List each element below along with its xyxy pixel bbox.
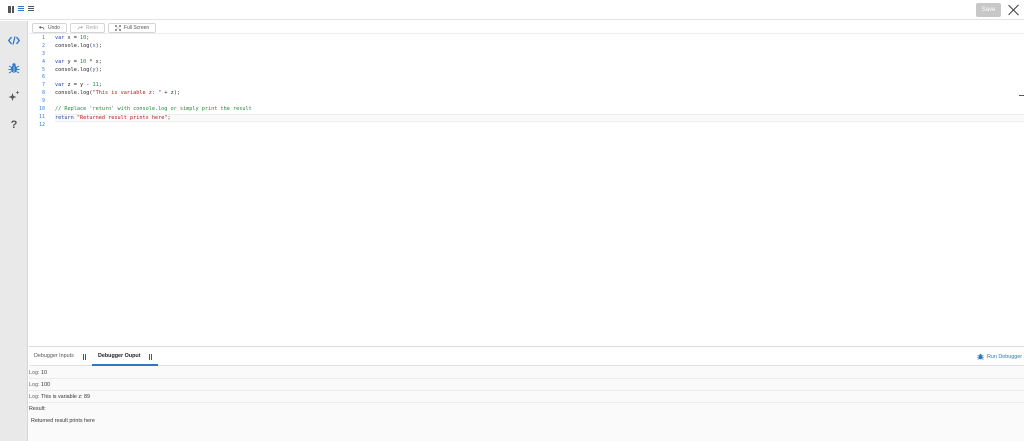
bug-icon — [977, 353, 984, 360]
layout-switcher — [8, 6, 34, 13]
save-button[interactable]: Save — [976, 3, 1001, 17]
redo-button[interactable]: Redo — [69, 23, 105, 33]
line-number-gutter: 1 2 3 4 5 6 7 8 9 10 11 12 — [29, 35, 49, 346]
log-row: Log: This is variable z: 89 — [29, 391, 1024, 403]
undo-icon — [39, 25, 45, 30]
log-value: This is variable z: 89 — [40, 394, 91, 400]
code-area[interactable]: var x = 10; console.log(x); var y = 10 *… — [55, 35, 1024, 346]
sidebar: ? — [0, 21, 28, 441]
code-line: console.log(y); — [55, 66, 102, 73]
sidebar-item-code[interactable] — [6, 32, 22, 48]
sparkle-icon — [8, 90, 20, 101]
fullscreen-button[interactable]: Full Screen — [107, 23, 157, 33]
code-icon — [8, 35, 20, 45]
tab-debugger-output[interactable]: Debugger Ouput — [98, 353, 141, 359]
close-icon[interactable] — [1007, 3, 1021, 17]
log-prefix: Log: — [29, 382, 40, 388]
undo-label: Undo — [48, 25, 60, 31]
redo-label: Redo — [85, 25, 98, 31]
line-number: 6 — [41, 74, 45, 81]
undo-button[interactable]: Undo — [32, 23, 67, 33]
code-line: console.log("This is variable z: " + z); — [55, 90, 180, 97]
fullscreen-icon — [115, 25, 121, 31]
fullscreen-label: Full Screen — [123, 25, 150, 31]
code-line: console.log(x); — [55, 42, 102, 49]
sidebar-item-help[interactable]: ? — [6, 117, 22, 133]
sidebar-item-ai[interactable] — [6, 88, 22, 104]
code-line: var y = 10 * x; — [55, 58, 102, 65]
log-value: 100 — [41, 382, 50, 388]
line-number: 4 — [41, 58, 45, 65]
log-prefix: Log: — [29, 370, 40, 376]
result-label: Result: — [29, 406, 46, 412]
debugger-panel: Debugger Inputs Debugger Ouput Run Debug… — [29, 346, 1024, 441]
tab-drag-handle[interactable] — [149, 354, 152, 360]
help-icon: ? — [10, 119, 18, 131]
log-prefix: Log: — [29, 394, 40, 400]
line-number: 11 — [38, 113, 45, 120]
run-debugger-label: Run Debugger — [987, 353, 1023, 360]
editor-toolbar: Undo Redo Full Screen — [29, 21, 1024, 34]
code-line: var x = 10; — [55, 35, 90, 41]
layout-stacked-icon[interactable] — [18, 6, 24, 13]
tab-debugger-inputs[interactable]: Debugger Inputs — [34, 353, 74, 359]
tab-drag-handle[interactable] — [83, 354, 86, 360]
line-number: 9 — [41, 98, 45, 105]
run-debugger-button[interactable]: Run Debugger — [977, 353, 1022, 360]
line-number: 2 — [41, 42, 45, 49]
line-number: 1 — [41, 35, 45, 41]
sidebar-item-debugger[interactable] — [6, 60, 22, 76]
scrollbar-marker[interactable] — [1019, 95, 1024, 96]
line-number: 7 — [41, 82, 45, 89]
line-number: 8 — [41, 90, 45, 97]
log-row: Log: 100 — [29, 379, 1024, 391]
line-number: 5 — [41, 66, 45, 73]
bug-icon — [8, 63, 20, 74]
code-line-active: return "Returned result prints here"; — [55, 113, 1024, 122]
code-line: var z = y - 11; — [55, 82, 102, 89]
code-editor[interactable]: 1 2 3 4 5 6 7 8 9 10 11 12 var x = 10; c… — [29, 35, 1024, 346]
line-number: 3 — [41, 50, 45, 57]
line-number: 12 — [38, 121, 45, 128]
layout-list-icon[interactable] — [28, 6, 34, 13]
active-tab-indicator — [92, 364, 158, 366]
log-row: Log: 10 — [29, 367, 1024, 379]
line-number: 10 — [38, 106, 45, 113]
layout-split-icon[interactable] — [8, 6, 14, 13]
log-value: 10 — [41, 370, 47, 376]
top-bar: Save — [0, 0, 1024, 20]
result-value: Returned result prints here — [31, 418, 95, 424]
debugger-tabs: Debugger Inputs Debugger Ouput Run Debug… — [29, 347, 1024, 366]
redo-icon — [77, 25, 83, 30]
code-line: // Replace 'return' with console.log or … — [55, 106, 252, 113]
